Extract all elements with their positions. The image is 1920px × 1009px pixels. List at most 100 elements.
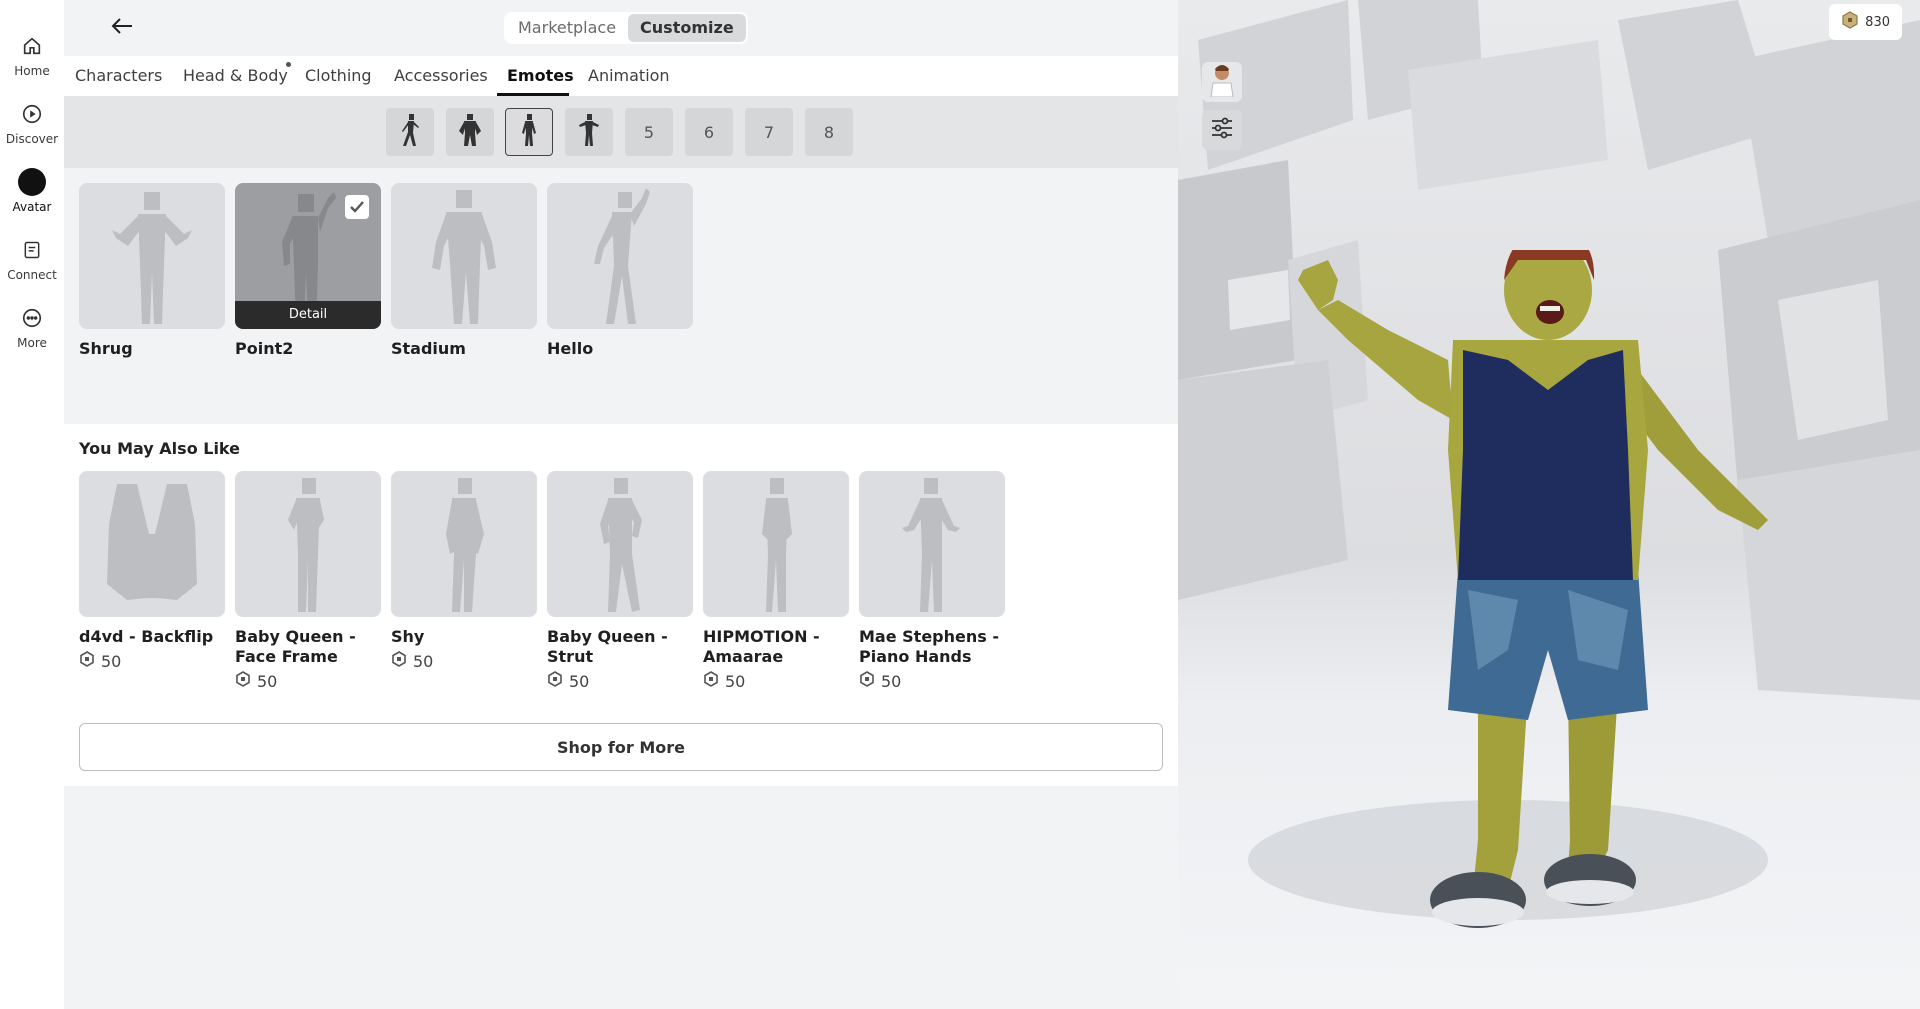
adjust-button[interactable] <box>1202 110 1242 150</box>
tab-emotes[interactable]: Emotes <box>507 66 574 85</box>
tab-animation[interactable]: Animation <box>588 66 670 85</box>
tab-accessories[interactable]: Accessories <box>394 66 488 85</box>
emote-slot-8[interactable]: 8 <box>805 108 853 156</box>
emote-slot-2[interactable] <box>446 108 494 156</box>
sliders-icon <box>1210 117 1234 143</box>
section-title: You May Also Like <box>79 439 240 458</box>
item-name: Shy <box>391 627 425 646</box>
home-icon <box>20 34 44 58</box>
nav-home[interactable]: Home <box>0 34 64 78</box>
chat-icon <box>20 238 44 262</box>
robux-icon <box>547 671 563 691</box>
owned-emotes: Shrug Detail Point2 Stadium Hello <box>64 168 1178 412</box>
nav-connect-label: Connect <box>7 268 57 282</box>
shop-for-more-button[interactable]: Shop for More <box>79 723 1163 771</box>
robux-icon <box>235 671 251 691</box>
emote-slot-5[interactable]: 5 <box>625 108 673 156</box>
robux-icon <box>391 651 407 671</box>
nav-more[interactable]: More <box>0 306 64 350</box>
emote-slot-bar: 5 6 7 8 <box>64 96 1178 168</box>
recommended-item[interactable]: HIPMOTION - Amaarae 50 <box>703 471 849 691</box>
nav-discover-label: Discover <box>5 132 59 146</box>
item-price: 50 <box>547 671 693 691</box>
item-name: Baby Queen - Face Frame <box>235 627 356 666</box>
notification-dot <box>286 62 291 67</box>
emote-thumbnail <box>547 183 693 329</box>
item-name: Baby Queen - Strut <box>547 627 668 666</box>
avatar-portrait-button[interactable] <box>1202 62 1242 102</box>
arrow-left-icon <box>110 16 134 40</box>
emote-figure-icon <box>576 113 602 151</box>
emote-card[interactable]: Hello <box>547 183 693 359</box>
nav-more-label: More <box>17 336 47 350</box>
item-thumbnail <box>235 471 381 617</box>
empty-area <box>64 786 1178 1009</box>
emote-thumbnail <box>391 183 537 329</box>
tab-clothing[interactable]: Clothing <box>305 66 372 85</box>
emote-card[interactable]: Shrug <box>79 183 225 359</box>
recommended-item[interactable]: d4vd - Backflip 50 <box>79 471 225 671</box>
left-nav: Home Discover Avatar Connect More <box>0 0 64 1009</box>
recommended-item[interactable]: Shy 50 <box>391 471 537 671</box>
nav-home-label: Home <box>14 64 50 78</box>
emote-name: Stadium <box>391 339 466 358</box>
portrait-icon <box>1207 63 1237 101</box>
price-value: 50 <box>101 651 122 671</box>
robux-icon <box>79 651 95 671</box>
more-icon <box>20 306 44 330</box>
emote-thumbnail <box>79 183 225 329</box>
robux-balance[interactable]: 830 <box>1829 4 1902 40</box>
price-value: 50 <box>881 671 902 691</box>
emote-slot-4[interactable] <box>565 108 613 156</box>
price-value: 50 <box>413 651 434 671</box>
emote-figure-icon <box>517 113 541 151</box>
recommended-item[interactable]: Mae Stephens - Piano Hands 50 <box>859 471 1005 691</box>
item-price: 50 <box>703 671 849 691</box>
category-tabs: Characters Head & Body Clothing Accessor… <box>64 56 1178 96</box>
balance-value: 830 <box>1865 14 1890 30</box>
nav-avatar-label: Avatar <box>12 200 52 214</box>
tab-characters[interactable]: Characters <box>75 66 162 85</box>
emote-slot-1[interactable] <box>386 108 434 156</box>
price-value: 50 <box>257 671 278 691</box>
item-price: 50 <box>859 671 1005 691</box>
nav-avatar[interactable]: Avatar <box>0 168 64 214</box>
emote-figure-icon <box>398 113 422 151</box>
recommended-item[interactable]: Baby Queen - Strut 50 <box>547 471 693 691</box>
emote-figure-icon <box>455 113 485 151</box>
segment-marketplace[interactable]: Marketplace <box>506 14 628 42</box>
emote-card-equipped[interactable]: Detail Point2 <box>235 183 381 359</box>
item-thumbnail <box>547 471 693 617</box>
emote-name: Shrug <box>79 339 133 358</box>
emote-slot-7[interactable]: 7 <box>745 108 793 156</box>
emote-name: Point2 <box>235 339 294 358</box>
item-thumbnail <box>703 471 849 617</box>
detail-button[interactable]: Detail <box>235 301 381 329</box>
back-button[interactable] <box>100 12 144 44</box>
emote-slot-6[interactable]: 6 <box>685 108 733 156</box>
item-thumbnail <box>79 471 225 617</box>
emote-slot-3[interactable] <box>505 108 553 156</box>
emote-card[interactable]: Stadium <box>391 183 537 359</box>
item-price: 50 <box>391 651 537 671</box>
nav-connect[interactable]: Connect <box>0 238 64 282</box>
emote-thumbnail: Detail <box>235 183 381 329</box>
recommendations: You May Also Like d4vd - Backflip 50 Bab… <box>64 424 1178 786</box>
tab-head-body[interactable]: Head & Body <box>183 66 288 85</box>
emote-name: Hello <box>547 339 594 358</box>
nav-discover[interactable]: Discover <box>0 102 64 146</box>
item-thumbnail <box>391 471 537 617</box>
item-name: Mae Stephens - Piano Hands <box>859 627 999 666</box>
robux-icon <box>859 671 875 691</box>
avatar-viewport[interactable]: 830 <box>1178 0 1920 1009</box>
mode-switch: Marketplace Customize <box>504 12 748 44</box>
segment-customize[interactable]: Customize <box>628 14 746 42</box>
item-price: 50 <box>235 671 381 691</box>
price-value: 50 <box>725 671 746 691</box>
item-name: HIPMOTION - Amaarae <box>703 627 820 666</box>
avatar-model <box>1298 250 1768 928</box>
recommended-item[interactable]: Baby Queen - Face Frame 50 <box>235 471 381 691</box>
robux-icon <box>1841 11 1859 33</box>
avatar-icon <box>18 168 46 196</box>
item-thumbnail <box>859 471 1005 617</box>
